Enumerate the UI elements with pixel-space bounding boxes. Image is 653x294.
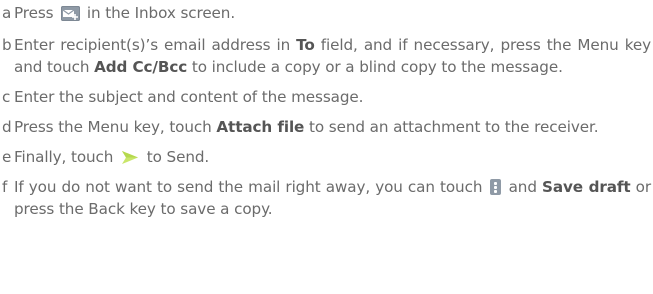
attach-file-label: Attach file — [216, 118, 305, 136]
step-text: Finally, touch to Send. — [14, 148, 210, 166]
to-field-label: To — [296, 36, 315, 54]
step-text: If you do not want to send the mail righ… — [14, 178, 651, 218]
step-marker: c — [2, 88, 11, 106]
step-a: a Press in the Inbox screen. — [2, 2, 651, 24]
step-marker: b — [2, 36, 12, 54]
step-marker: d — [2, 118, 12, 136]
step-f: f If you do not want to send the mail ri… — [2, 176, 651, 220]
step-marker: f — [2, 178, 8, 196]
overflow-menu-icon — [490, 179, 502, 195]
step-text: Press the Menu key, touch Attach file to… — [14, 118, 599, 136]
add-cc-bcc-label: Add Cc/Bcc — [94, 58, 188, 76]
step-b: b Enter recipient(s)’s email address in … — [2, 34, 651, 78]
compose-mail-icon — [61, 6, 81, 21]
send-arrow-icon — [121, 149, 139, 164]
save-draft-label: Save draft — [542, 178, 631, 196]
email-instructions: a Press in the Inbox screen. b Enter rec… — [2, 0, 651, 220]
step-marker: e — [2, 148, 12, 166]
step-text: Enter the subject and content of the mes… — [14, 88, 364, 106]
step-d: d Press the Menu key, touch Attach file … — [2, 116, 651, 138]
step-text: Enter recipient(s)’s email address in To… — [14, 36, 651, 76]
step-text: Press in the Inbox screen. — [14, 4, 236, 22]
step-marker: a — [2, 4, 12, 22]
step-c: c Enter the subject and content of the m… — [2, 86, 651, 108]
step-e: e Finally, touch to Send. — [2, 146, 651, 168]
